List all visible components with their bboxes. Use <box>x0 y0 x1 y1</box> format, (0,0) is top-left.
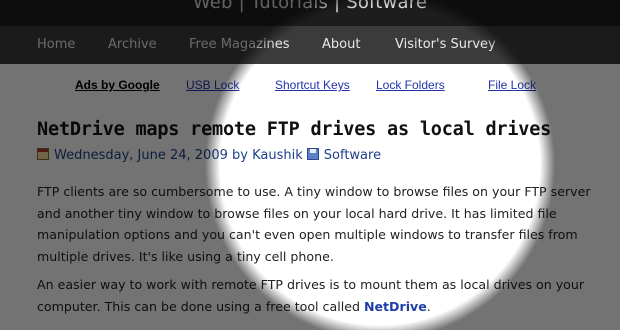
nav-free-magazines[interactable]: Free Magazines <box>189 37 290 52</box>
site-header: Web | Tutorials | Software <box>0 0 620 26</box>
ads-by-google-label[interactable]: Ads by Google <box>75 78 160 92</box>
netdrive-link[interactable]: NetDrive <box>364 299 427 314</box>
article-title[interactable]: NetDrive maps remote FTP drives as local… <box>37 119 551 140</box>
main-nav: Home Archive Free Magazines About Visito… <box>0 26 620 64</box>
ad-link-shortcut-keys[interactable]: Shortcut Keys <box>275 78 350 92</box>
paragraph-2-text: An easier way to work with remote FTP dr… <box>37 277 585 314</box>
nav-about[interactable]: About <box>322 37 360 52</box>
ad-link-usb-lock[interactable]: USB Lock <box>186 78 239 92</box>
article-paragraph-1: FTP clients are so cumbersome to use. A … <box>37 184 591 264</box>
nav-archive[interactable]: Archive <box>108 37 157 52</box>
article-meta: Wednesday, June 24, 2009 by Kaushik Softw… <box>37 148 381 163</box>
ad-link-file-lock[interactable]: File Lock <box>488 78 536 92</box>
nav-home[interactable]: Home <box>37 37 75 52</box>
byline-by: by <box>232 148 248 163</box>
floppy-disk-icon <box>306 148 319 160</box>
paragraph-2-end: . <box>426 298 431 314</box>
ad-link-lock-folders[interactable]: Lock Folders <box>376 78 445 92</box>
site-tagline: Web | Tutorials | Software <box>192 0 428 13</box>
ads-bar: Ads by Google USB Lock Shortcut Keys Loc… <box>0 78 620 96</box>
author-link[interactable]: Kaushik <box>252 148 303 163</box>
category-link[interactable]: Software <box>324 148 381 163</box>
calendar-icon <box>37 148 49 160</box>
nav-visitors-survey[interactable]: Visitor's Survey <box>395 37 496 52</box>
content-area: Ads by Google USB Lock Shortcut Keys Loc… <box>0 64 620 330</box>
article-date: Wednesday, June 24, 2009 <box>54 148 228 163</box>
article-paragraph-2: An easier way to work with remote FTP dr… <box>37 274 617 317</box>
